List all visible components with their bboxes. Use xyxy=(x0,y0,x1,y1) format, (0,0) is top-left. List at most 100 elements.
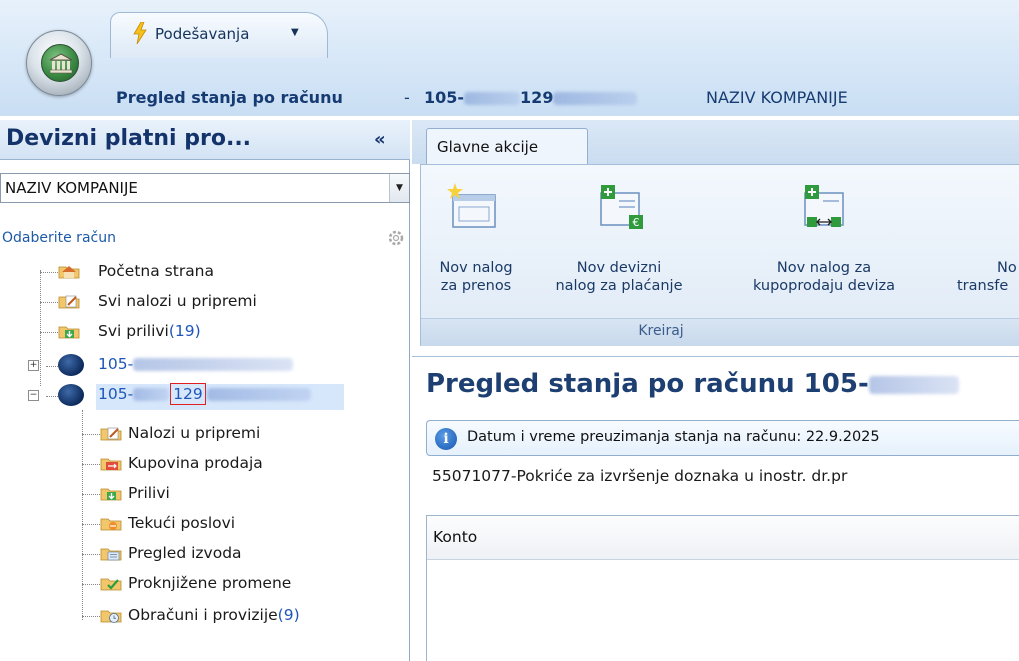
title-account-fragment: 129 xyxy=(520,88,554,107)
tree-item-posted-changes[interactable]: Proknjižene promene xyxy=(100,572,400,598)
new-document-icon xyxy=(447,183,496,228)
label-line: za prenos xyxy=(440,278,512,294)
navigation-pane-header: Devizni platni pro... « xyxy=(0,120,410,160)
posted-folder-icon xyxy=(100,578,122,591)
tree-item-fees[interactable]: Obračuni i provizije(9) xyxy=(100,604,400,630)
navigation-pane: Devizni platni pro... « NAZIV KOMPANIJE … xyxy=(0,120,410,661)
tree-item-label: Proknjižene promene xyxy=(128,574,292,592)
tree-item-label: Obračuni i provizije(9) xyxy=(128,606,300,624)
navigation-pane-title: Devizni platni pro... xyxy=(6,126,252,151)
label-line: No xyxy=(997,260,1017,276)
info-icon: i xyxy=(435,428,457,450)
tab-label: Glavne akcije xyxy=(437,138,539,156)
tree-item-label: Tekući poslovi xyxy=(128,514,236,532)
exchange-document-icon xyxy=(804,185,844,227)
tree-item-all-inflows[interactable]: Svi prilivi(19) xyxy=(58,320,358,346)
window-title: Pregled stanja po računu - 105- 129 NAZIV… xyxy=(0,84,1019,116)
new-transfer-button-partial[interactable]: No transfe xyxy=(949,181,1019,311)
ribbon-group-caption: Kreiraj xyxy=(421,318,1019,346)
ribbon-group-label: Kreiraj xyxy=(638,323,684,339)
tree-item-all-drafts[interactable]: Svi nalozi u pripremi xyxy=(58,290,358,316)
button-label: Nov devizni nalog za plaćanje xyxy=(539,259,699,295)
title-view-name: Pregled stanja po računu xyxy=(116,88,343,107)
bank-icon xyxy=(41,44,79,82)
tree-item-label: 105- xyxy=(98,355,294,373)
account-tree: Početna strana Svi nalozi u pripremi Svi… xyxy=(0,260,410,660)
page-title: Pregled stanja po računu 105- xyxy=(426,369,959,399)
new-fx-exchange-order-button[interactable]: Nov nalog za kupoprodaju deviza xyxy=(739,181,909,311)
redacted-text xyxy=(133,358,294,371)
label-line: Nov devizni xyxy=(576,260,662,276)
highlighted-account-fragment: 129 xyxy=(170,383,206,405)
statements-folder-icon xyxy=(100,548,122,561)
collapse-toggle[interactable]: − xyxy=(28,390,39,401)
inflows-folder-icon xyxy=(58,326,80,339)
ribbon-tab-bar: Glavne akcije xyxy=(412,120,1019,164)
account-overview-panel: Pregled stanja po računu 105- i Datum i … xyxy=(412,356,1019,661)
company-select-value: NAZIV KOMPANIJE xyxy=(5,179,138,197)
account-number-prefix: 105- xyxy=(98,385,134,403)
label-line: nalog za plaćanje xyxy=(555,278,683,294)
tree-item-current-business[interactable]: Tekući poslovi xyxy=(100,512,400,538)
drafts-folder-icon xyxy=(58,295,80,309)
tree-item-statements[interactable]: Pregled izvoda xyxy=(100,542,400,568)
grid-header: Konto xyxy=(427,516,1019,560)
title-account-prefix: 105- xyxy=(424,88,465,107)
account-number-prefix: 105- xyxy=(98,355,134,373)
svg-text:€: € xyxy=(633,216,640,229)
euro-document-icon: € xyxy=(600,185,643,229)
page-title-text: Pregled stanja po računu 105- xyxy=(426,369,869,399)
button-label: No transfe xyxy=(949,259,1019,295)
home-folder-icon xyxy=(58,266,80,279)
tree-item-home[interactable]: Početna strana xyxy=(58,260,358,286)
tree-item-account-1[interactable]: 105- xyxy=(58,353,358,379)
label-line: Nov nalog za xyxy=(776,260,872,276)
tree-item-drafts[interactable]: Nalozi u pripremi xyxy=(100,422,400,448)
chevron-down-icon: ▼ xyxy=(291,27,299,38)
collapse-pane-icon[interactable]: « xyxy=(374,129,386,150)
account-globe-icon xyxy=(58,354,84,376)
balance-grid: Konto xyxy=(426,515,1019,661)
tree-item-label: Prilivi xyxy=(128,484,170,502)
company-select[interactable]: NAZIV KOMPANIJE ▼ xyxy=(0,173,410,203)
tree-item-account-2[interactable]: 105- 129 xyxy=(58,383,358,409)
tree-item-label: Svi nalozi u pripremi xyxy=(98,292,257,310)
button-label: Nov nalog za prenos xyxy=(421,259,531,295)
label-line: Nov nalog xyxy=(439,260,513,276)
account-detail-line: 55071077-Pokriće za izvršenje doznaka u … xyxy=(432,467,848,485)
redacted-text xyxy=(868,375,959,394)
choose-account-label: Odaberite račun xyxy=(2,230,116,246)
expand-toggle[interactable]: + xyxy=(28,360,39,371)
redacted-text xyxy=(553,92,638,105)
tab-main-actions[interactable]: Glavne akcije xyxy=(426,128,588,164)
redacted-text xyxy=(206,388,311,401)
inflows-folder-icon xyxy=(100,488,122,501)
new-fx-payment-order-button[interactable]: € Nov devizni nalog za plaćanje xyxy=(539,181,699,311)
new-transfer-order-button[interactable]: Nov nalog za prenos xyxy=(421,181,531,311)
title-separator: - xyxy=(404,88,410,107)
column-header-konto[interactable]: Konto xyxy=(433,528,477,546)
tree-item-label: Kupovina prodaja xyxy=(128,454,263,472)
title-company-name: NAZIV KOMPANIJE xyxy=(706,88,848,107)
button-label: Nov nalog za kupoprodaju deviza xyxy=(739,259,909,295)
inflows-count-badge: (19) xyxy=(168,322,201,340)
tree-item-label: Nalozi u pripremi xyxy=(128,424,261,442)
tree-item-buy-sell[interactable]: Kupovina prodaja xyxy=(100,452,400,478)
tree-item-inflows[interactable]: Prilivi xyxy=(100,482,400,508)
settings-menu-label: Podešavanja xyxy=(155,25,250,43)
tree-item-label: Svi prilivi(19) xyxy=(98,322,201,340)
title-bar: Podešavanja ▼ Pregled stanja po računu -… xyxy=(0,0,1019,116)
title-account-number: 105- 129 xyxy=(424,88,638,107)
tree-item-label: 105- 129 xyxy=(98,383,311,405)
tree-item-label: Pregled izvoda xyxy=(128,544,242,562)
tree-item-text: Svi prilivi xyxy=(98,322,169,340)
redacted-text xyxy=(133,388,170,401)
info-bar-text: Datum i vreme preuzimanja stanja na raču… xyxy=(467,429,880,445)
label-line: transfe xyxy=(957,278,1009,294)
chevron-down-icon[interactable]: ▼ xyxy=(389,174,409,202)
label-line: kupoprodaju deviza xyxy=(752,278,896,294)
ribbon-panel: Nov nalog za prenos € Nov devizni nalog za… xyxy=(420,164,1019,346)
lightning-icon xyxy=(133,22,147,44)
settings-menu[interactable]: Podešavanja ▼ xyxy=(110,12,328,58)
gear-icon[interactable] xyxy=(386,228,406,248)
